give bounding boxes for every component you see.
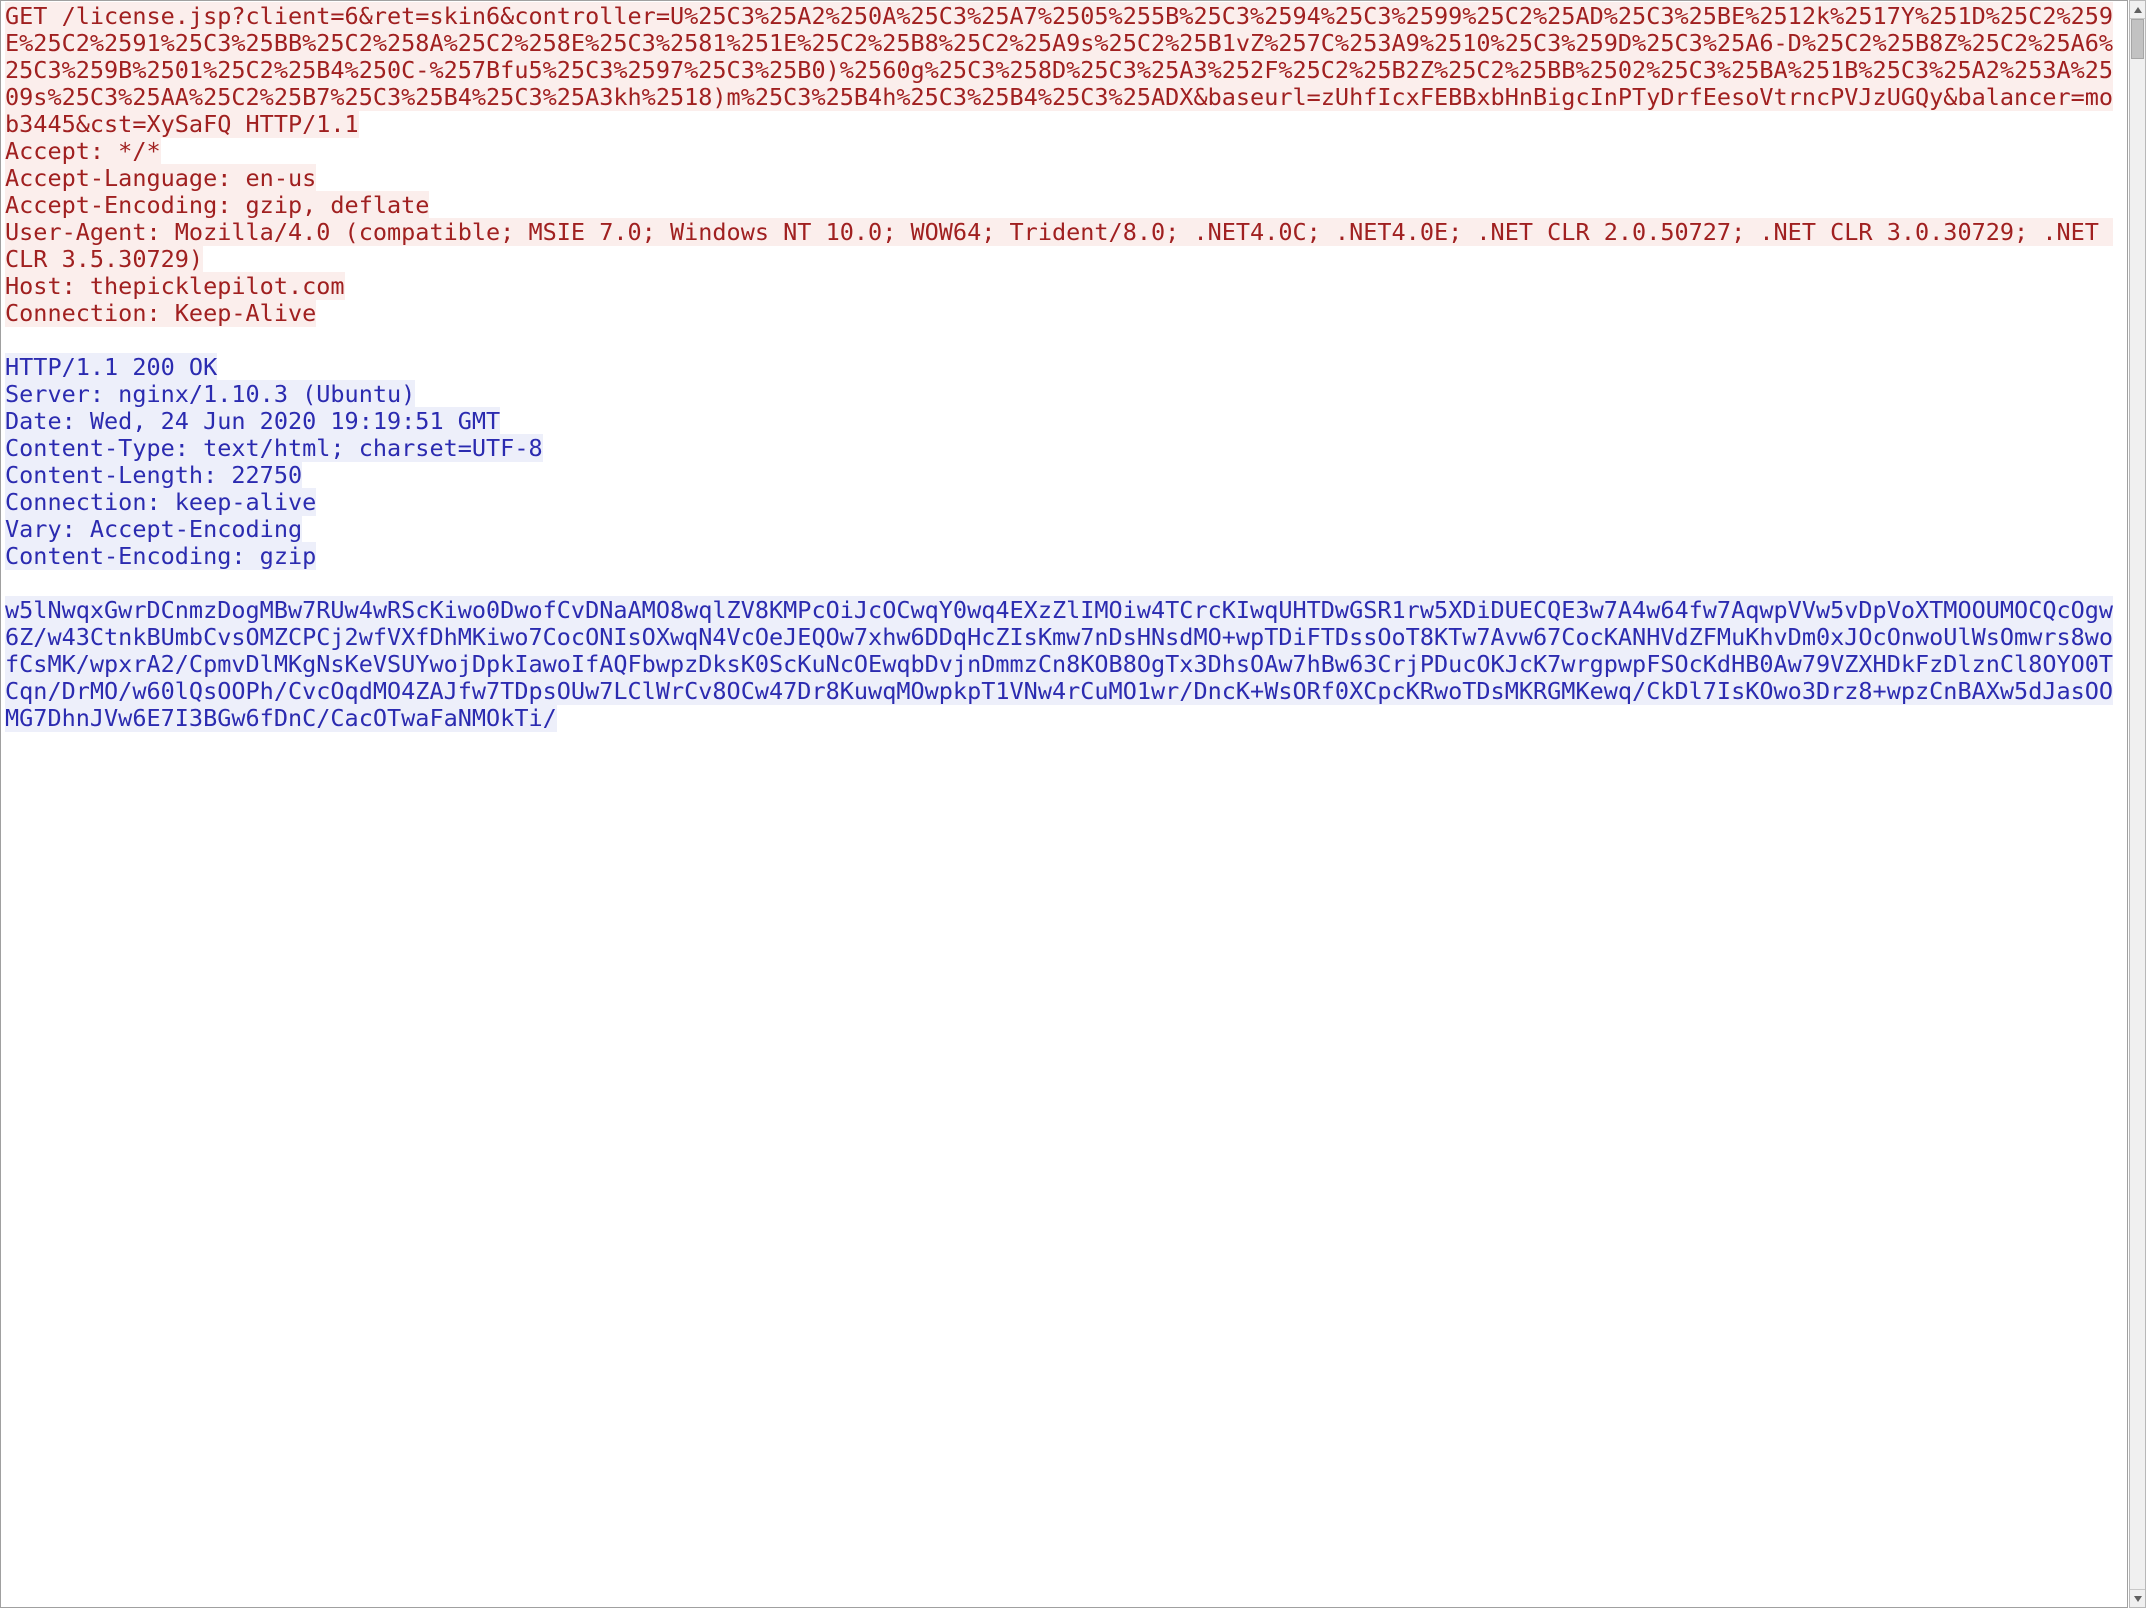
chevron-up-icon [2134, 7, 2142, 13]
resp-header-content-length: Content-Length: 22750 [5, 461, 302, 489]
scroll-up-button[interactable] [2130, 1, 2145, 19]
resp-header-date: Date: Wed, 24 Jun 2020 19:19:51 GMT [5, 407, 500, 435]
req-header-connection: Connection: Keep-Alive [5, 299, 316, 327]
resp-header-content-type: Content-Type: text/html; charset=UTF-8 [5, 434, 543, 462]
resp-header-server: Server: nginx/1.10.3 (Ubuntu) [5, 380, 415, 408]
packet-viewer: GET /license.jsp?client=6&ret=skin6&cont… [0, 0, 2146, 1608]
resp-header-vary: Vary: Accept-Encoding [5, 515, 302, 543]
req-header-accept: Accept: */* [5, 137, 161, 165]
resp-header-connection: Connection: keep-alive [5, 488, 316, 516]
vertical-scrollbar[interactable] [2129, 0, 2146, 1608]
blank-line [5, 570, 2123, 597]
resp-status: HTTP/1.1 200 OK [5, 353, 217, 381]
req-header-user-agent: User-Agent: Mozilla/4.0 (compatible; MSI… [5, 218, 2113, 273]
hex-content[interactable]: GET /license.jsp?client=6&ret=skin6&cont… [0, 0, 2128, 1608]
scroll-thumb[interactable] [2131, 19, 2144, 59]
scroll-down-button[interactable] [2130, 1589, 2145, 1607]
chevron-down-icon [2134, 1596, 2142, 1602]
blank-line [5, 327, 2123, 354]
req-header-accept-language: Accept-Language: en-us [5, 164, 316, 192]
scroll-track[interactable] [2130, 19, 2145, 1589]
req-header-host: Host: thepicklepilot.com [5, 272, 345, 300]
req-header-accept-encoding: Accept-Encoding: gzip, deflate [5, 191, 429, 219]
resp-header-content-encoding: Content-Encoding: gzip [5, 542, 316, 570]
resp-body: w5lNwqxGwrDCnmzDogMBw7RUw4wRScKiwo0DwofC… [5, 596, 2113, 732]
request-line: GET /license.jsp?client=6&ret=skin6&cont… [5, 2, 2113, 138]
